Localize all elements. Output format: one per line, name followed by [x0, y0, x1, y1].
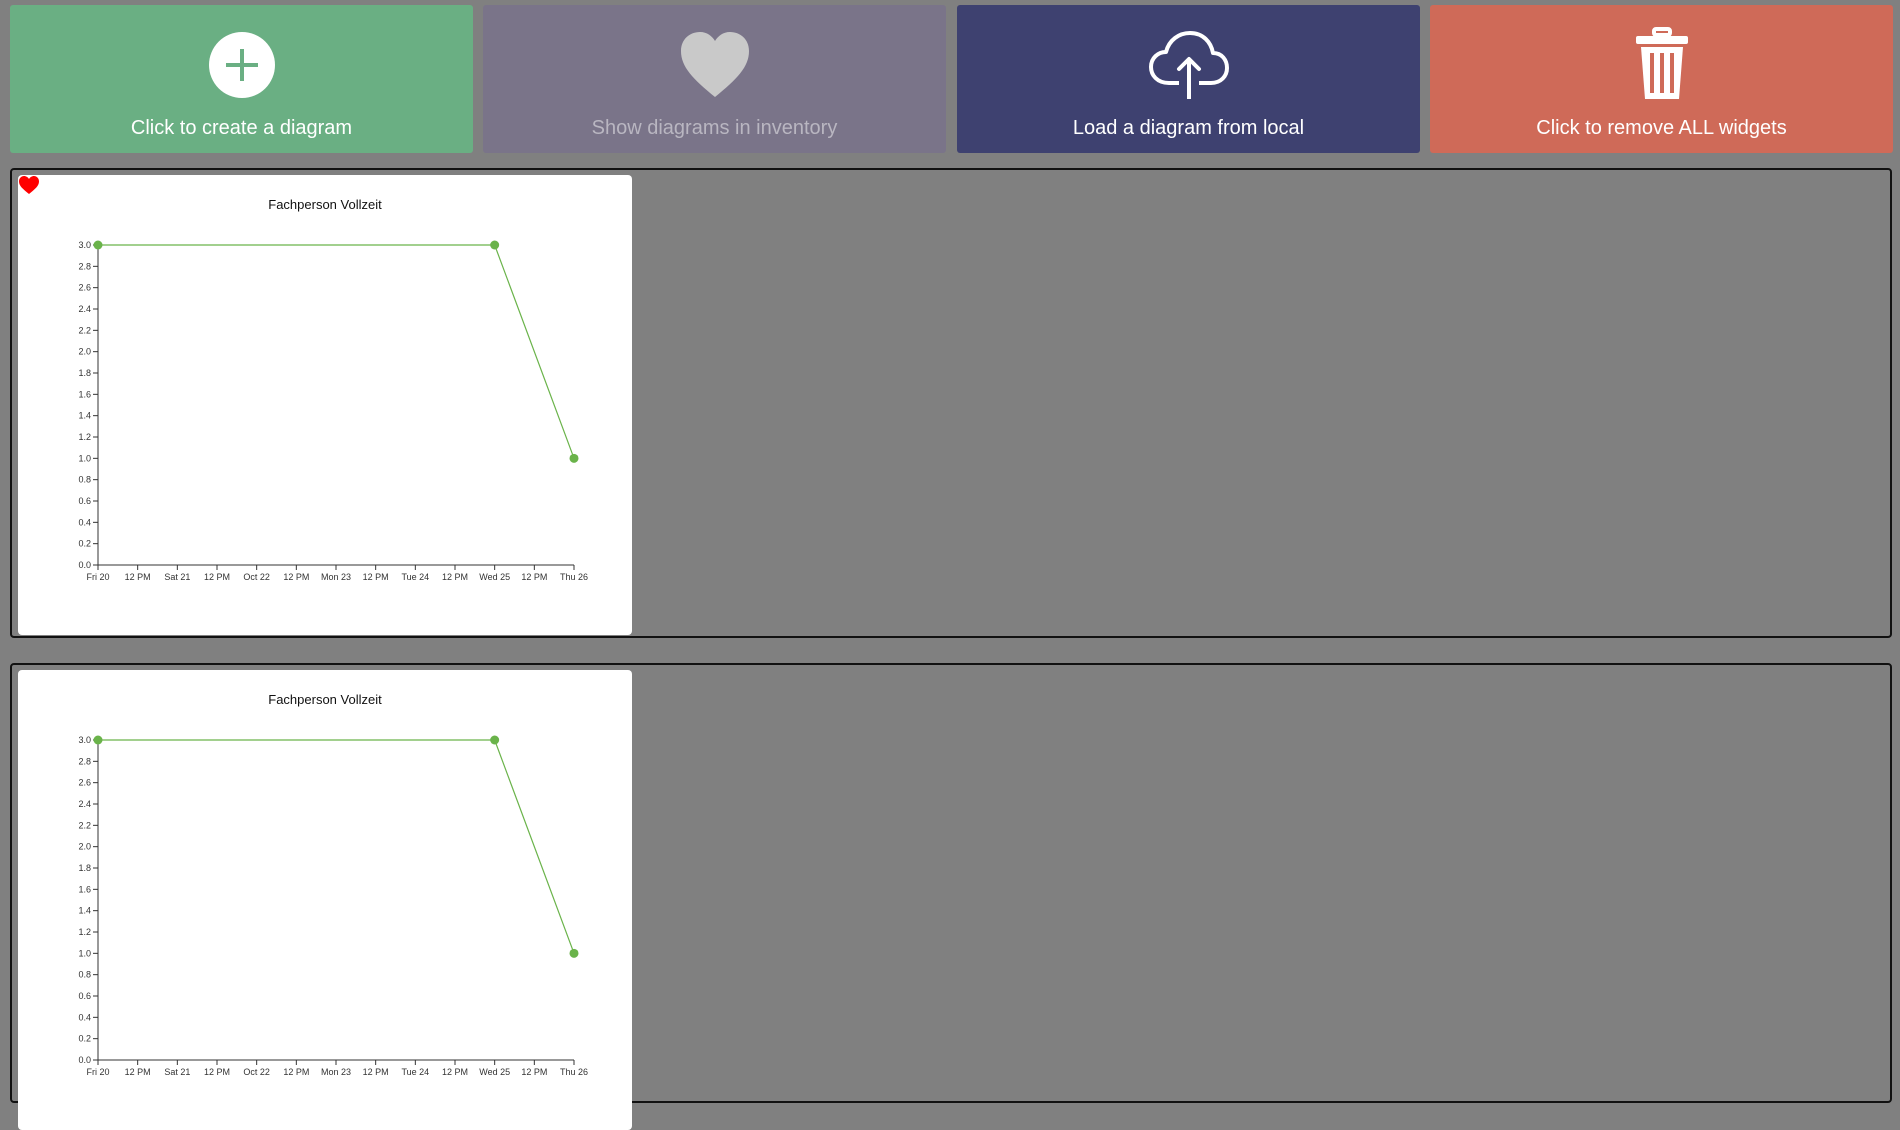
- y-tick-label: 0.4: [78, 517, 91, 527]
- y-tick-label: 2.2: [78, 820, 91, 830]
- data-point[interactable]: [93, 735, 103, 745]
- x-tick-label: 12 PM: [283, 1067, 309, 1077]
- y-tick-label: 2.8: [78, 756, 91, 766]
- x-tick-label: 12 PM: [204, 1067, 230, 1077]
- data-point[interactable]: [569, 948, 579, 958]
- load-local-button[interactable]: Load a diagram from local: [957, 5, 1420, 153]
- x-tick-label: 12 PM: [442, 1067, 468, 1077]
- diagram-widget[interactable]: Fachperson Vollzeit 0.0 0.2 0.4 0.6 0.8 1.0 1.2…: [18, 175, 632, 635]
- x-tick-label: 12 PM: [125, 1067, 151, 1077]
- show-inventory-label: Show diagrams in inventory: [591, 117, 838, 139]
- x-tick-label: 12 PM: [125, 572, 151, 582]
- heart-icon: [680, 32, 749, 97]
- y-tick-label: 0.2: [78, 1034, 91, 1044]
- plus-circle-icon: [208, 32, 275, 98]
- y-tick-label: 2.0: [78, 842, 91, 852]
- y-tick-label: 2.4: [78, 799, 91, 809]
- show-inventory-button[interactable]: Show diagrams in inventory: [483, 5, 946, 153]
- y-tick-label: 0.8: [78, 970, 91, 980]
- series-line: [98, 244, 575, 459]
- trash-icon: [1635, 27, 1688, 99]
- data-point[interactable]: [569, 453, 579, 463]
- chart-title: Fachperson Vollzeit: [268, 197, 382, 212]
- y-tick-label: 0.8: [78, 475, 91, 485]
- y-tick-label: 1.8: [78, 863, 91, 873]
- y-tick-label: 0.6: [78, 496, 91, 506]
- y-tick-label: 1.8: [78, 368, 91, 378]
- x-tick-label: 12 PM: [442, 572, 468, 582]
- x-tick-label: Thu 26: [560, 1067, 588, 1077]
- y-tick-label: 1.6: [78, 389, 91, 399]
- x-tick-label: Wed 25: [479, 572, 510, 582]
- widget-row: Fachperson Vollzeit 0.0 0.2 0.4 0.6 0.8 1.0 1.2…: [10, 663, 1892, 1130]
- x-tick-label: Fri 20: [86, 1067, 109, 1077]
- y-tick-label: 2.2: [78, 325, 91, 335]
- x-tick-label: Sat 21: [164, 572, 190, 582]
- favorite-heart-icon[interactable]: [18, 175, 40, 195]
- x-tick-label: Sat 21: [164, 1067, 190, 1077]
- y-tick-label: 1.6: [78, 884, 91, 894]
- x-tick-label: Fri 20: [86, 572, 109, 582]
- line-chart: Fachperson Vollzeit 0.0 0.2 0.4 0.6 0.8 1.0 1.2…: [78, 692, 588, 1077]
- x-tick-label: 12 PM: [363, 1067, 389, 1077]
- y-tick-label: 2.0: [78, 347, 91, 357]
- y-tick-label: 2.4: [78, 304, 91, 314]
- y-tick-label: 3.0: [78, 735, 91, 745]
- remove-all-widgets-label: Click to remove ALL widgets: [1536, 117, 1787, 139]
- y-tick-label: 2.6: [78, 283, 91, 293]
- remove-all-widgets-button[interactable]: Click to remove ALL widgets: [1430, 5, 1893, 153]
- cloud-upload-icon: [1148, 31, 1229, 99]
- x-tick-label: Tue 24: [401, 572, 429, 582]
- create-diagram-button[interactable]: Click to create a diagram: [10, 5, 473, 153]
- widget-row: Fachperson Vollzeit 0.0 0.2 0.4 0.6 0.8 1.0 1.2…: [10, 168, 1892, 638]
- data-point[interactable]: [490, 735, 500, 745]
- x-tick-label: 12 PM: [283, 572, 309, 582]
- diagram-widget[interactable]: Fachperson Vollzeit 0.0 0.2 0.4 0.6 0.8 1.0 1.2…: [18, 670, 632, 1130]
- y-tick-label: 1.4: [78, 906, 91, 916]
- data-point[interactable]: [93, 240, 103, 250]
- x-tick-label: Thu 26: [560, 572, 588, 582]
- y-tick-label: 2.6: [78, 778, 91, 788]
- y-tick-label: 1.4: [78, 411, 91, 421]
- x-tick-label: 12 PM: [521, 572, 547, 582]
- series-line: [98, 739, 575, 954]
- y-tick-label: 0.6: [78, 991, 91, 1001]
- y-tick-label: 1.0: [78, 453, 91, 463]
- toolbar: Click to create a diagram Show diagrams …: [0, 0, 1900, 160]
- y-tick-label: 1.2: [78, 927, 91, 937]
- y-tick-label: 3.0: [78, 240, 91, 250]
- x-tick-label: Mon 23: [321, 572, 351, 582]
- data-point[interactable]: [490, 240, 500, 250]
- create-diagram-label: Click to create a diagram: [130, 117, 353, 139]
- line-chart: Fachperson Vollzeit 0.0 0.2 0.4 0.6 0.8 1.0 1.2…: [78, 197, 588, 582]
- y-tick-label: 0.2: [78, 539, 91, 549]
- x-tick-label: Wed 25: [479, 1067, 510, 1077]
- y-tick-label: 1.0: [78, 948, 91, 958]
- y-tick-label: 0.0: [78, 1055, 91, 1065]
- load-local-label: Load a diagram from local: [1072, 117, 1305, 139]
- x-tick-label: Tue 24: [401, 1067, 429, 1077]
- y-tick-label: 0.4: [78, 1012, 91, 1022]
- x-tick-label: 12 PM: [363, 572, 389, 582]
- x-tick-label: Oct 22: [243, 572, 270, 582]
- x-tick-label: 12 PM: [521, 1067, 547, 1077]
- chart-title: Fachperson Vollzeit: [268, 692, 382, 707]
- y-tick-label: 1.2: [78, 432, 91, 442]
- x-tick-label: Oct 22: [243, 1067, 270, 1077]
- y-tick-label: 2.8: [78, 261, 91, 271]
- x-tick-label: 12 PM: [204, 572, 230, 582]
- y-tick-label: 0.0: [78, 560, 91, 570]
- x-tick-label: Mon 23: [321, 1067, 351, 1077]
